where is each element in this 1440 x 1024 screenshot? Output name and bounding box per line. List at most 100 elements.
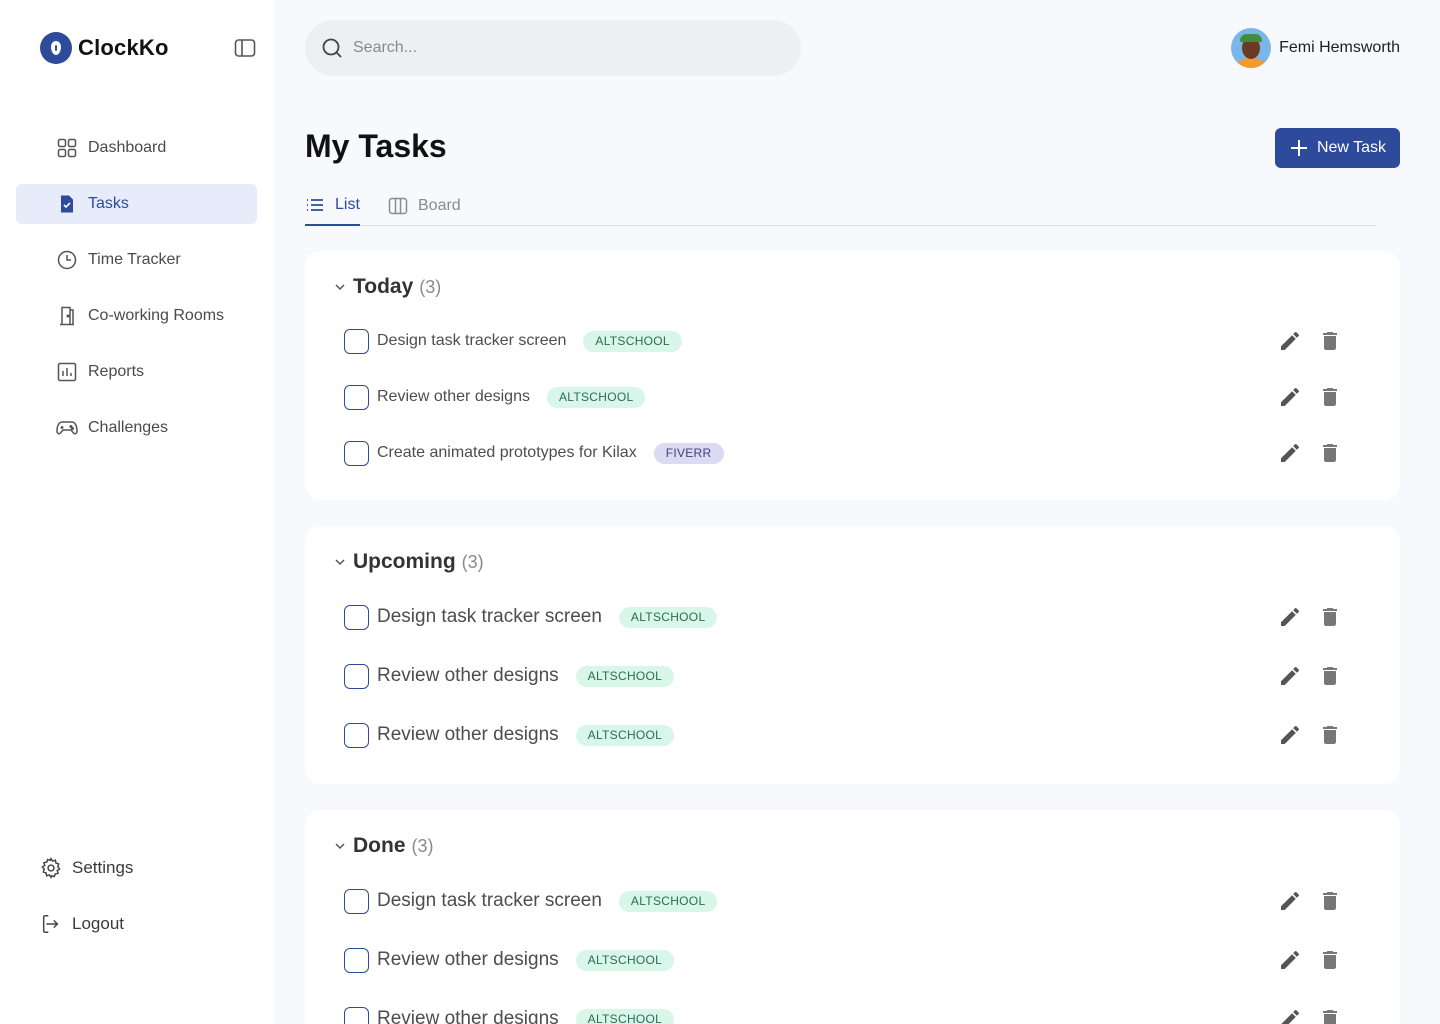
logout-icon bbox=[42, 915, 59, 933]
delete-trash-icon[interactable] bbox=[1318, 889, 1342, 913]
task-tag: ALTSCHOOL bbox=[583, 330, 682, 352]
sidebar-item-coworking-rooms[interactable]: Co-working Rooms bbox=[16, 296, 257, 336]
tab-board[interactable]: Board bbox=[388, 186, 461, 226]
task-label: Design task tracker screen bbox=[377, 332, 567, 349]
new-task-button[interactable]: New Task bbox=[1275, 128, 1400, 168]
section-header[interactable]: Today (3) bbox=[333, 273, 441, 301]
task-row: Create animated prototypes for Kilax FIV… bbox=[344, 433, 1384, 473]
delete-trash-icon[interactable] bbox=[1318, 723, 1342, 747]
sidebar-item-label: Tasks bbox=[88, 195, 129, 212]
task-checkbox[interactable] bbox=[344, 722, 369, 748]
tab-board-label: Board bbox=[418, 197, 461, 214]
section-done: Done (3) Design task tracker screen ALTS… bbox=[305, 810, 1400, 1024]
section-upcoming: Upcoming (3) Design task tracker screen … bbox=[305, 526, 1400, 784]
task-checkbox[interactable] bbox=[344, 440, 369, 466]
task-label: Review other designs bbox=[377, 388, 530, 405]
tab-list[interactable]: List bbox=[305, 186, 360, 226]
task-tag: ALTSCHOOL bbox=[618, 606, 718, 628]
grid-icon bbox=[57, 138, 77, 158]
avatar[interactable] bbox=[1231, 28, 1272, 68]
new-task-label: New Task bbox=[1316, 139, 1387, 156]
sidebar-item-label: Reports bbox=[88, 363, 145, 380]
edit-pencil-icon[interactable] bbox=[1278, 441, 1302, 465]
delete-trash-icon[interactable] bbox=[1318, 329, 1342, 353]
section-header[interactable]: Upcoming (3) bbox=[333, 548, 484, 576]
logout-link[interactable]: Logout bbox=[40, 904, 133, 944]
edit-pencil-icon[interactable] bbox=[1278, 385, 1302, 409]
task-checkbox[interactable] bbox=[344, 384, 369, 410]
user-name: Femi Hemsworth bbox=[1279, 39, 1400, 56]
task-tag: ALTSCHOOL bbox=[546, 386, 646, 408]
chevron-down-icon bbox=[335, 559, 345, 566]
section-today: Today (3) Design task tracker screen ALT… bbox=[305, 251, 1400, 500]
delete-trash-icon[interactable] bbox=[1318, 664, 1342, 688]
sidebar-item-label: Challenges bbox=[88, 419, 169, 436]
list-icon bbox=[307, 199, 323, 211]
task-row: Design task tracker screen ALTSCHOOL bbox=[344, 881, 1384, 921]
task-label: Design task tracker screen bbox=[377, 890, 602, 911]
section-title: Today bbox=[353, 275, 414, 298]
task-row: Design task tracker screen ALTSCHOOL bbox=[344, 597, 1384, 637]
task-label: Design task tracker screen bbox=[377, 606, 602, 627]
delete-trash-icon[interactable] bbox=[1318, 1007, 1342, 1024]
bar-chart-icon bbox=[57, 362, 77, 382]
section-title: Upcoming bbox=[353, 550, 456, 573]
sidebar-bottom-nav: Settings Logout bbox=[40, 848, 133, 960]
sidebar-toggle-icon[interactable] bbox=[234, 38, 256, 58]
task-checkbox[interactable] bbox=[344, 1006, 369, 1024]
edit-pencil-icon[interactable] bbox=[1278, 329, 1302, 353]
task-label: Create animated prototypes for Kilax bbox=[377, 444, 637, 461]
task-tag: ALTSCHOOL bbox=[575, 665, 675, 687]
plus-icon bbox=[1290, 140, 1307, 156]
gamepad-icon bbox=[56, 421, 78, 435]
settings-label: Settings bbox=[72, 858, 134, 877]
tab-list-label: List bbox=[335, 196, 360, 213]
sidebar-item-challenges[interactable]: Challenges bbox=[16, 408, 257, 448]
edit-pencil-icon[interactable] bbox=[1278, 889, 1302, 913]
sidebar-nav: Dashboard Tasks Time Tracker Co-working … bbox=[16, 128, 257, 464]
task-row: Review other designs ALTSCHOOL bbox=[344, 999, 1384, 1024]
sidebar-item-reports[interactable]: Reports bbox=[16, 352, 257, 392]
gear-icon bbox=[41, 857, 61, 879]
page-title: My Tasks bbox=[305, 128, 447, 164]
task-checkbox[interactable] bbox=[344, 947, 369, 973]
edit-pencil-icon[interactable] bbox=[1278, 1007, 1302, 1024]
section-header[interactable]: Done (3) bbox=[333, 832, 434, 860]
section-count: (3) bbox=[461, 551, 484, 572]
task-label: Review other designs bbox=[377, 949, 559, 970]
sidebar-item-label: Dashboard bbox=[88, 139, 167, 156]
edit-pencil-icon[interactable] bbox=[1278, 723, 1302, 747]
task-tag: ALTSCHOOL bbox=[618, 890, 718, 912]
task-label: Review other designs bbox=[377, 665, 559, 686]
sidebar-item-dashboard[interactable]: Dashboard bbox=[16, 128, 257, 168]
clock-icon bbox=[57, 250, 77, 270]
sidebar-item-tasks[interactable]: Tasks bbox=[16, 184, 257, 224]
sidebar-item-time-tracker[interactable]: Time Tracker bbox=[16, 240, 257, 280]
task-row: Review other designs ALTSCHOOL bbox=[344, 377, 1384, 417]
task-row: Review other designs ALTSCHOOL bbox=[344, 940, 1384, 980]
edit-pencil-icon[interactable] bbox=[1278, 664, 1302, 688]
task-row: Design task tracker screen ALTSCHOOL bbox=[344, 321, 1384, 361]
section-title: Done bbox=[353, 834, 406, 857]
edit-pencil-icon[interactable] bbox=[1278, 948, 1302, 972]
task-label: Review other designs bbox=[377, 724, 559, 745]
task-checkbox[interactable] bbox=[344, 328, 369, 354]
logout-label: Logout bbox=[72, 914, 124, 933]
sidebar-item-label: Co-working Rooms bbox=[88, 307, 225, 324]
search-input[interactable] bbox=[353, 39, 773, 57]
edit-pencil-icon[interactable] bbox=[1278, 605, 1302, 629]
delete-trash-icon[interactable] bbox=[1318, 441, 1342, 465]
task-tag: ALTSCHOOL bbox=[575, 1008, 675, 1024]
task-checkbox[interactable] bbox=[344, 663, 369, 689]
chevron-down-icon bbox=[335, 284, 345, 291]
delete-trash-icon[interactable] bbox=[1318, 385, 1342, 409]
task-file-icon bbox=[61, 195, 73, 213]
app-logo[interactable]: ClockKo bbox=[40, 32, 169, 64]
settings-link[interactable]: Settings bbox=[40, 848, 133, 888]
delete-trash-icon[interactable] bbox=[1318, 605, 1342, 629]
user-profile[interactable]: Femi Hemsworth bbox=[1231, 28, 1400, 68]
section-count: (3) bbox=[419, 276, 442, 297]
task-checkbox[interactable] bbox=[344, 888, 369, 914]
delete-trash-icon[interactable] bbox=[1318, 948, 1342, 972]
task-checkbox[interactable] bbox=[344, 604, 369, 630]
